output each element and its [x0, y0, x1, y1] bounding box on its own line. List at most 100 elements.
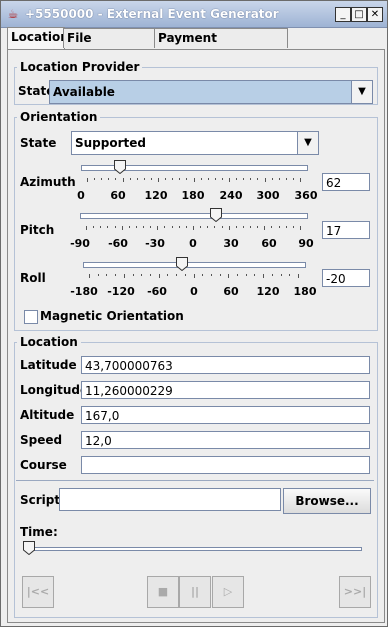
pitch-tick-label: -90 [70, 237, 90, 250]
slider-tick [229, 178, 230, 182]
pitch-tick-label: 90 [298, 237, 314, 250]
slider-tick [167, 274, 169, 276]
pitch-slider-track[interactable] [80, 213, 308, 219]
slider-tick [207, 178, 209, 180]
roll-tick-label: -180 [70, 285, 98, 298]
slider-tick [94, 178, 96, 180]
latitude-label: Latitude [20, 358, 77, 372]
slider-tick [278, 178, 280, 180]
slider-tick [121, 226, 123, 230]
end-button[interactable]: >>| [339, 576, 371, 608]
maximize-button[interactable]: □ [351, 7, 367, 22]
slider-tick [129, 178, 131, 180]
course-input[interactable] [81, 456, 370, 474]
speed-label: Speed [20, 433, 63, 447]
java-cup-icon: ☕ [7, 7, 19, 21]
script-input[interactable] [59, 488, 281, 511]
slider-tick [106, 274, 108, 276]
tab-file-connection[interactable]: File Connection [63, 28, 158, 64]
slider-tick [172, 178, 174, 180]
tab-location[interactable]: Location [7, 27, 69, 49]
slider-tick [257, 178, 259, 180]
slider-tick [193, 178, 195, 182]
slider-tick [202, 274, 204, 276]
orientation-state-select[interactable]: Supported ▼ [71, 131, 319, 155]
slider-tick [186, 178, 188, 180]
slider-tick [135, 226, 137, 228]
slider-tick [214, 226, 216, 228]
roll-tick-label: 0 [190, 285, 198, 298]
tab-payment-transactions[interactable]: Payment Transactions [154, 28, 288, 64]
slider-tick [221, 226, 223, 228]
slider-tick [171, 226, 173, 228]
slider-tick [89, 274, 90, 278]
time-slider-track[interactable] [26, 547, 362, 551]
pitch-input[interactable]: 17 [322, 221, 370, 239]
slider-tick [298, 274, 299, 278]
provider-state-select[interactable]: Available ▼ [49, 80, 373, 104]
chevron-down-icon[interactable]: ▼ [351, 81, 372, 103]
provider-state-value: Available [53, 85, 115, 99]
roll-slider-thumb[interactable] [176, 257, 188, 271]
slider-tick [214, 178, 216, 180]
stop-button[interactable]: ■ [147, 576, 179, 608]
latitude-input[interactable]: 43,700000763 [81, 356, 370, 374]
roll-slider-track[interactable] [83, 262, 306, 268]
close-button[interactable]: ✕ [367, 7, 383, 22]
slider-tick [236, 178, 238, 180]
slider-tick [101, 178, 103, 180]
slider-tick [264, 178, 266, 182]
azimuth-input[interactable]: 62 [322, 173, 370, 191]
azimuth-tick-label: 60 [110, 189, 126, 202]
title-bar[interactable]: ☕ +5550000 - External Event Generator _ … [1, 1, 387, 28]
slider-tick [210, 274, 212, 276]
slider-tick [122, 178, 124, 182]
slider-tick [285, 178, 287, 180]
slider-tick [219, 274, 221, 276]
play-button[interactable]: ▷ [212, 576, 244, 608]
slider-tick [108, 178, 110, 180]
rewind-button[interactable]: |<< [22, 576, 54, 608]
slider-tick [193, 274, 195, 278]
slider-tick [285, 226, 287, 228]
slider-tick [221, 178, 223, 180]
slider-tick [228, 274, 230, 278]
slider-tick [141, 274, 143, 276]
altitude-input[interactable]: 167,0 [81, 406, 370, 424]
browse-button[interactable]: Browse... [283, 488, 371, 514]
time-slider-thumb[interactable] [23, 541, 35, 555]
slider-tick [114, 226, 116, 228]
slider-tick [97, 274, 99, 276]
slider-tick [143, 178, 145, 180]
speed-input[interactable]: 12,0 [81, 431, 370, 449]
course-label: Course [20, 458, 67, 472]
slider-tick [292, 226, 294, 228]
slider-tick [123, 274, 125, 278]
pitch-slider-thumb[interactable] [210, 208, 222, 222]
azimuth-tick-label: 240 [219, 189, 243, 202]
separator [16, 480, 374, 481]
azimuth-slider-thumb[interactable] [114, 160, 126, 174]
minimize-button[interactable]: _ [335, 7, 351, 22]
slider-tick [158, 274, 160, 278]
azimuth-tick-label: 180 [181, 189, 205, 202]
azimuth-tick-label: 0 [77, 189, 85, 202]
main-window: ☕ +5550000 - External Event Generator _ … [0, 0, 388, 627]
magnetic-orientation-checkbox[interactable] [24, 310, 38, 324]
roll-input[interactable]: -20 [322, 269, 370, 287]
longitude-input[interactable]: 11,260000229 [81, 381, 370, 399]
slider-tick [93, 226, 95, 228]
slider-tick [254, 274, 256, 276]
slider-tick [300, 226, 301, 230]
pitch-tick-label: 60 [261, 237, 277, 250]
chevron-down-icon[interactable]: ▼ [297, 132, 318, 154]
pitch-tick-label: -60 [108, 237, 128, 250]
roll-label: Roll [20, 271, 46, 285]
slider-tick [271, 274, 273, 276]
slider-tick [278, 226, 280, 228]
pause-button[interactable]: || [179, 576, 211, 608]
roll-tick-label: -60 [147, 285, 167, 298]
slider-tick [243, 178, 245, 180]
script-label: Script [20, 493, 61, 507]
slider-tick [136, 178, 138, 180]
